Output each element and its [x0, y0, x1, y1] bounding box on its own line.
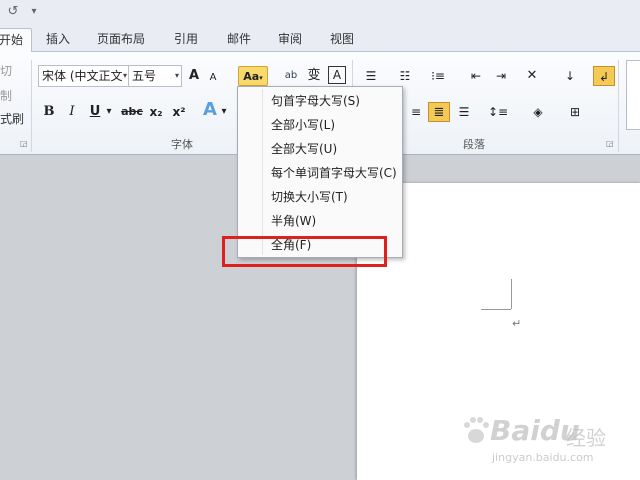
shrink-font-button[interactable]: A: [206, 68, 220, 88]
underline-button[interactable]: U: [88, 102, 102, 122]
line-spacing-icon[interactable]: ↕≡: [485, 102, 511, 122]
shading-icon[interactable]: ◈: [525, 102, 551, 122]
watermark-url: jingyan.baidu.com: [492, 451, 594, 464]
multilevel-list-icon[interactable]: ⁝≡: [426, 66, 450, 86]
justify-icon[interactable]: ≣: [428, 102, 450, 122]
distributed-icon[interactable]: ☰: [454, 102, 474, 122]
bold-button[interactable]: B: [42, 102, 56, 122]
tab-page-layout[interactable]: 页面布局: [97, 28, 145, 52]
numbering-icon[interactable]: ☷: [394, 66, 416, 86]
decrease-indent-icon[interactable]: ⇤: [466, 66, 486, 86]
sort-icon[interactable]: ↓: [560, 66, 580, 86]
change-case-menu: 句首字母大写(S) 全部小写(L) 全部大写(U) 每个单词首字母大写(C) 切…: [237, 86, 403, 258]
text-effect-button[interactable]: A: [201, 100, 219, 120]
phonetic-guide-icon[interactable]: 变: [304, 66, 324, 86]
chevron-down-icon[interactable]: ▾: [104, 102, 114, 122]
font-size-value: 五号: [132, 69, 157, 83]
customize-qat-icon[interactable]: ▾: [28, 3, 40, 21]
ribbon-tab-row: 开始 插入 页面布局 引用 邮件 审阅 视图: [0, 24, 640, 53]
italic-button[interactable]: I: [65, 102, 79, 122]
margin-crop-mark: [511, 279, 512, 309]
borders-icon[interactable]: ⊞: [562, 102, 588, 122]
show-hide-marks-icon[interactable]: ↲: [593, 66, 615, 86]
strikethrough-button[interactable]: abc: [121, 102, 143, 122]
menu-item-lowercase[interactable]: 全部小写(L): [271, 114, 335, 136]
font-group-label: 字体: [171, 138, 193, 151]
font-size-combo[interactable]: 五号 ▾: [128, 65, 182, 87]
paragraph-launcher-icon[interactable]: ◲: [606, 139, 614, 148]
tab-home[interactable]: 开始: [0, 28, 33, 53]
menu-item-uppercase[interactable]: 全部大写(U): [271, 138, 337, 160]
tab-mailings[interactable]: 邮件: [227, 28, 251, 52]
subscript-button[interactable]: x₂: [147, 102, 165, 122]
font-name-combo[interactable]: 宋体 (中文正文 ▾: [38, 65, 130, 87]
group-separator: [31, 60, 32, 152]
chevron-down-icon: ▾: [122, 71, 127, 80]
format-painter-button[interactable]: 式刷: [0, 110, 30, 127]
styles-gallery[interactable]: [626, 60, 640, 130]
tab-insert[interactable]: 插入: [46, 28, 70, 52]
bullets-icon[interactable]: ☰: [360, 66, 382, 86]
paw-logo-icon: [464, 417, 489, 443]
tab-review[interactable]: 审阅: [278, 28, 302, 52]
clipboard-launcher-icon[interactable]: ◲: [20, 139, 28, 148]
menu-gutter: [262, 89, 263, 255]
cut-button[interactable]: 切: [0, 62, 30, 79]
align-right-icon[interactable]: ≡: [406, 102, 426, 122]
paragraph-group-label: 段落: [463, 138, 485, 151]
menu-item-toggle-case[interactable]: 切换大小写(T): [271, 186, 348, 208]
watermark: Baidu 经验 jingyan.baidu.com: [462, 410, 622, 470]
tab-references[interactable]: 引用: [174, 28, 198, 52]
chevron-down-icon: ▾: [259, 74, 263, 82]
menu-item-half-width[interactable]: 半角(W): [271, 210, 316, 232]
tab-view[interactable]: 视图: [330, 28, 354, 52]
margin-crop-mark: [481, 309, 511, 310]
quick-access-toolbar: ↺ ▾: [0, 0, 640, 24]
change-case-button[interactable]: Aa▾: [238, 66, 268, 86]
highlight-annotation-box: [222, 236, 387, 267]
paragraph-mark: ↵: [512, 317, 522, 330]
undo-icon[interactable]: ↺: [6, 3, 20, 21]
watermark-brand-suffix: 经验: [566, 426, 606, 450]
character-border-icon[interactable]: A: [328, 66, 346, 84]
chevron-down-icon[interactable]: ▾: [219, 102, 229, 122]
menu-item-sentence-case[interactable]: 句首字母大写(S): [271, 90, 360, 112]
superscript-button[interactable]: x²: [170, 102, 188, 122]
chinese-layout-icon[interactable]: ✕: [519, 66, 545, 86]
font-name-value: 宋体 (中文正文: [42, 69, 123, 83]
change-case-label: Aa: [243, 70, 260, 83]
menu-item-capitalize-words[interactable]: 每个单词首字母大写(C): [271, 162, 397, 184]
clear-formatting-icon[interactable]: ab: [282, 66, 300, 86]
grow-font-button[interactable]: A: [186, 66, 202, 86]
group-separator: [618, 60, 619, 152]
copy-button[interactable]: 制: [0, 87, 30, 104]
increase-indent-icon[interactable]: ⇥: [491, 66, 511, 86]
chevron-down-icon: ▾: [174, 71, 179, 80]
